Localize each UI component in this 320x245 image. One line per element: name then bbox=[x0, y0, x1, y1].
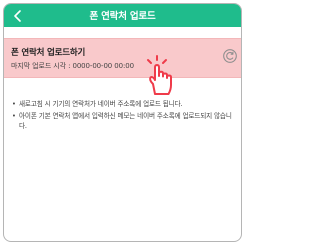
pointing-hand-icon bbox=[147, 55, 172, 95]
upload-contacts-label: 폰 연락처 업로드하기 bbox=[11, 48, 86, 58]
page-title: 폰 연락처 업로드 bbox=[89, 11, 156, 22]
note-item: 아이폰 기본 연락처 앱에서 입력하신 메모는 네이버 주소록에 업로드되지 않… bbox=[12, 111, 234, 131]
app-frame: 폰 연락처 업로드 폰 연락처 업로드하기 마지막 업로드 시각 : 0000-… bbox=[3, 3, 242, 242]
notes-list: 새로고침 시 기기의 연락처가 네이버 주소록에 업로드 됩니다. 아이폰 기본… bbox=[12, 99, 234, 133]
upload-contacts-row[interactable]: 폰 연락처 업로드하기 마지막 업로드 시각 : 0000-00-00 00:0… bbox=[4, 38, 241, 78]
sync-icon bbox=[223, 49, 237, 63]
sync-button[interactable] bbox=[222, 48, 238, 64]
note-item: 새로고침 시 기기의 연락처가 네이버 주소록에 업로드 됩니다. bbox=[12, 99, 234, 109]
last-upload-time: 마지막 업로드 시각 : 0000-00-00 00:00 bbox=[11, 62, 134, 70]
header-bar: 폰 연락처 업로드 bbox=[4, 4, 241, 27]
